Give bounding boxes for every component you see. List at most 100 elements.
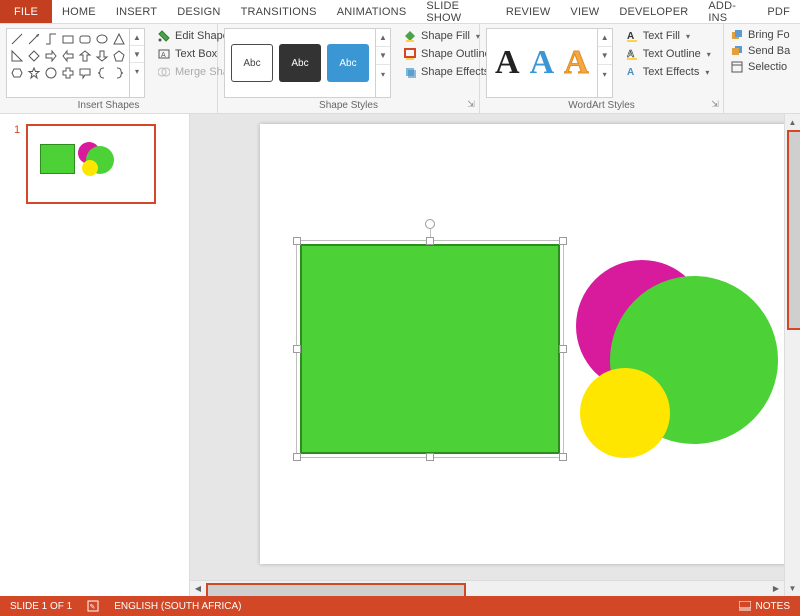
gallery-scroll-down-icon[interactable]: ▼ xyxy=(376,47,390,65)
send-backward-label: Send Ba xyxy=(748,45,790,57)
tab-developer[interactable]: DEVELOPER xyxy=(609,0,698,23)
tab-file[interactable]: FILE xyxy=(0,0,52,23)
shape-line-icon[interactable] xyxy=(9,31,25,47)
wordart-style-1[interactable]: A xyxy=(495,46,520,80)
send-backward-button[interactable]: Send Ba xyxy=(730,44,790,58)
resize-handle-sw[interactable] xyxy=(293,453,301,461)
shape-style-3[interactable]: Abc xyxy=(327,44,369,82)
wordart-styles-gallery[interactable]: A A A xyxy=(486,28,598,98)
text-effects-icon: A xyxy=(625,65,639,79)
slide-thumbnail-1[interactable] xyxy=(26,124,156,204)
scroll-up-icon[interactable]: ▲ xyxy=(785,114,800,130)
shape-rounded-rectangle-icon[interactable] xyxy=(77,31,93,47)
shape-callout-icon[interactable] xyxy=(77,65,93,81)
status-notes-button[interactable]: NOTES xyxy=(738,599,790,613)
text-outline-button[interactable]: A Text Outline ▾ xyxy=(621,46,715,62)
text-effects-button[interactable]: A Text Effects ▾ xyxy=(621,64,715,80)
shape-plus-icon[interactable] xyxy=(60,65,76,81)
slide[interactable] xyxy=(260,124,800,564)
group-shape-styles: Abc Abc Abc ▲ ▼ ▾ Shape Fill ▾ xyxy=(218,24,480,113)
shape-pentagon-icon[interactable] xyxy=(111,48,127,64)
merge-shapes-icon xyxy=(157,65,171,79)
shape-diamond-icon[interactable] xyxy=(26,48,42,64)
resize-handle-ne[interactable] xyxy=(559,237,567,245)
tab-addins[interactable]: ADD-INS xyxy=(698,0,757,23)
resize-handle-nw[interactable] xyxy=(293,237,301,245)
shape-arrow-down-icon[interactable] xyxy=(94,48,110,64)
shape-star-icon[interactable] xyxy=(26,65,42,81)
shapes-gallery[interactable] xyxy=(6,28,130,98)
shape-arrow-left-icon[interactable] xyxy=(60,48,76,64)
shape-style-1[interactable]: Abc xyxy=(231,44,273,82)
tab-transitions[interactable]: TRANSITIONS xyxy=(231,0,327,23)
resize-handle-se[interactable] xyxy=(559,453,567,461)
work-area: 1 xyxy=(0,114,800,596)
thumbnail-number: 1 xyxy=(14,124,20,204)
shape-arrow-up-icon[interactable] xyxy=(77,48,93,64)
scroll-right-icon[interactable]: ▶ xyxy=(768,581,784,596)
vertical-scroll-thumb[interactable] xyxy=(787,130,800,330)
shape-right-triangle-icon[interactable] xyxy=(9,48,25,64)
shape-style-2[interactable]: Abc xyxy=(279,44,321,82)
scroll-down-icon[interactable]: ▼ xyxy=(785,580,800,596)
shape-brace-left-icon[interactable] xyxy=(94,65,110,81)
shape-hexagon-icon[interactable] xyxy=(9,65,25,81)
yellow-circle-shape[interactable] xyxy=(580,368,670,458)
shapes-gallery-scroll: ▲ ▼ ▾ xyxy=(130,28,145,98)
tab-review[interactable]: REVIEW xyxy=(496,0,561,23)
shape-line-arrow-icon[interactable] xyxy=(26,31,42,47)
shape-triangle-icon[interactable] xyxy=(111,31,127,47)
shapes-scroll-down-icon[interactable]: ▼ xyxy=(130,46,144,63)
resize-handle-n[interactable] xyxy=(426,237,434,245)
status-language[interactable]: ENGLISH (SOUTH AFRICA) xyxy=(114,601,241,612)
gallery-scroll-down-icon[interactable]: ▼ xyxy=(598,47,612,65)
tab-pdf[interactable]: PDF xyxy=(757,0,800,23)
resize-handle-s[interactable] xyxy=(426,453,434,461)
gallery-more-icon[interactable]: ▾ xyxy=(376,65,390,83)
tab-view[interactable]: VIEW xyxy=(560,0,609,23)
scroll-left-icon[interactable]: ◀ xyxy=(190,581,206,596)
group-label: Insert Shapes xyxy=(6,98,211,111)
svg-text:A: A xyxy=(627,67,634,78)
rotation-handle[interactable] xyxy=(425,219,435,229)
dialog-launcher-icon[interactable]: ⇲ xyxy=(709,99,721,111)
selection-pane-icon xyxy=(730,60,744,74)
shape-brace-right-icon[interactable] xyxy=(111,65,127,81)
shape-rectangle-icon[interactable] xyxy=(60,31,76,47)
shapes-scroll-up-icon[interactable]: ▲ xyxy=(130,29,144,46)
gallery-scroll-up-icon[interactable]: ▲ xyxy=(598,29,612,47)
resize-handle-w[interactable] xyxy=(293,345,301,353)
dialog-launcher-icon[interactable]: ⇲ xyxy=(465,99,477,111)
shape-fill-label: Shape Fill xyxy=(421,30,470,42)
shape-circle-icon[interactable] xyxy=(43,65,59,81)
group-wordart-styles: A A A ▲ ▼ ▾ A Text Fill ▾ A Text xyxy=(480,24,724,113)
shape-outline-icon xyxy=(403,47,417,61)
bring-forward-button[interactable]: Bring Fo xyxy=(730,28,790,42)
status-bar: SLIDE 1 OF 1 ✎ ENGLISH (SOUTH AFRICA) NO… xyxy=(0,596,800,616)
shape-oval-icon[interactable] xyxy=(94,31,110,47)
status-slide-indicator[interactable]: SLIDE 1 OF 1 xyxy=(10,601,72,612)
text-fill-button[interactable]: A Text Fill ▾ xyxy=(621,28,715,44)
resize-handle-e[interactable] xyxy=(559,345,567,353)
shapes-gallery-more-icon[interactable]: ▾ xyxy=(130,63,144,80)
shape-styles-gallery[interactable]: Abc Abc Abc xyxy=(224,28,376,98)
wordart-style-2[interactable]: A xyxy=(530,46,555,80)
shape-connector-icon[interactable] xyxy=(43,31,59,47)
selection-pane-button[interactable]: Selectio xyxy=(730,60,790,74)
tab-slideshow[interactable]: SLIDE SHOW xyxy=(416,0,495,23)
vertical-scrollbar[interactable]: ▲ ▼ xyxy=(784,114,800,596)
gallery-more-icon[interactable]: ▾ xyxy=(598,65,612,83)
wordart-style-3[interactable]: A xyxy=(564,46,589,80)
tab-home[interactable]: HOME xyxy=(52,0,106,23)
horizontal-scrollbar[interactable]: ◀ ▶ xyxy=(190,580,784,596)
status-spellcheck[interactable]: ✎ xyxy=(86,599,100,613)
chevron-down-icon: ▾ xyxy=(686,32,690,41)
tab-insert[interactable]: INSERT xyxy=(106,0,167,23)
tab-animations[interactable]: ANIMATIONS xyxy=(327,0,417,23)
slide-canvas-area[interactable]: ▲ ▼ ◀ ▶ xyxy=(190,114,800,596)
horizontal-scroll-thumb[interactable] xyxy=(206,583,466,596)
notes-icon xyxy=(738,599,752,613)
gallery-scroll-up-icon[interactable]: ▲ xyxy=(376,29,390,47)
tab-design[interactable]: DESIGN xyxy=(167,0,230,23)
shape-arrow-right-icon[interactable] xyxy=(43,48,59,64)
